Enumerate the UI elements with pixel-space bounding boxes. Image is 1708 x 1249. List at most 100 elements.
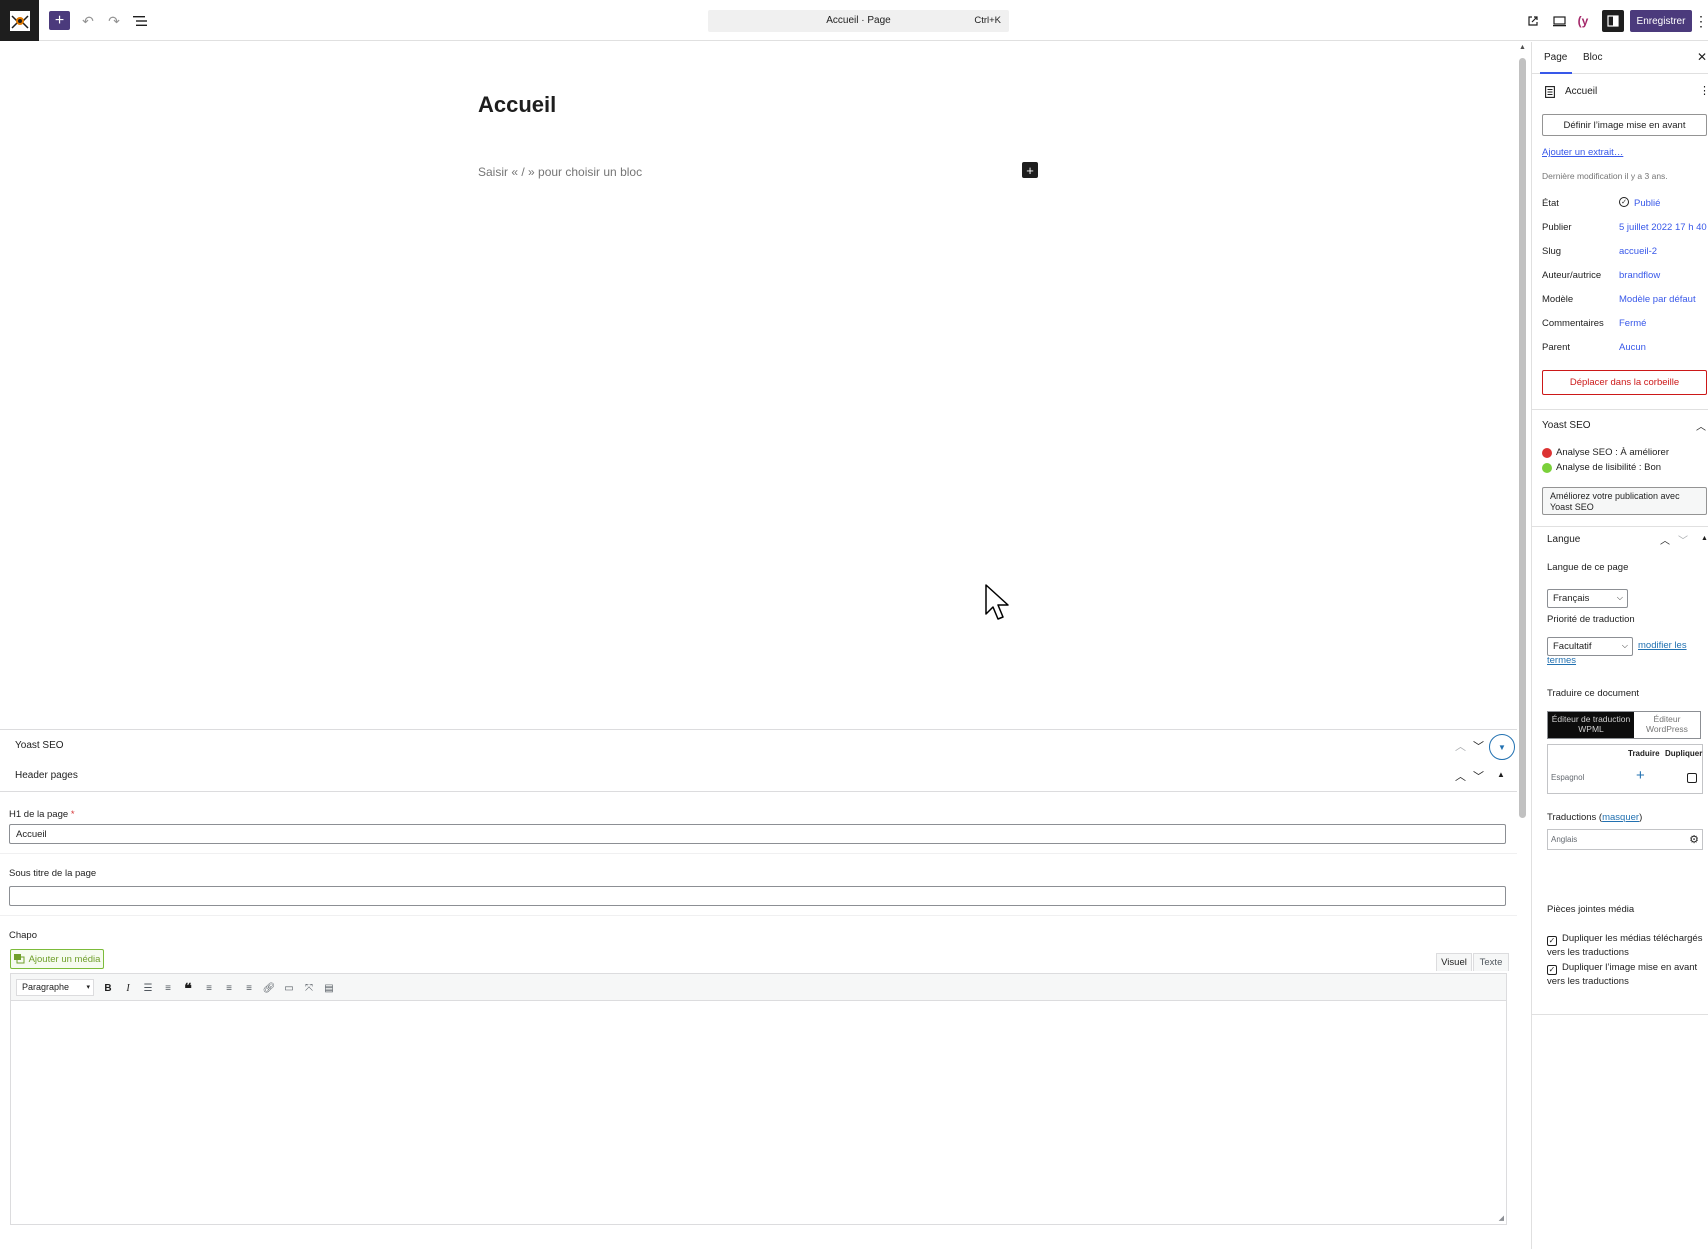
link-icon[interactable]: 🔗︎ <box>260 979 278 997</box>
external-link-icon <box>1528 16 1538 26</box>
yoast-panel-title[interactable]: Yoast SEO <box>1542 420 1591 431</box>
slug-value[interactable]: accueil-2 <box>1619 246 1657 257</box>
active-tab-indicator <box>1540 72 1572 74</box>
move-up-icon[interactable]: ︿ <box>1455 768 1466 784</box>
add-excerpt-link[interactable]: Ajouter un extrait… <box>1542 147 1623 158</box>
toolbar-toggle-icon[interactable]: ▤ <box>320 979 338 997</box>
editor-canvas[interactable]: Accueil Saisir « / » pour choisir un blo… <box>0 42 1516 727</box>
yoast-button[interactable]: (y <box>1572 10 1594 32</box>
toggle-panel-button[interactable]: ▼ <box>1489 734 1515 760</box>
publish-label: Publier <box>1542 222 1572 233</box>
yoast-metabox-title: Yoast SEO <box>15 740 64 751</box>
translation-item: Anglais ⚙ <box>1547 829 1703 850</box>
page-icon <box>1545 86 1555 98</box>
modify-terms-link-continued[interactable]: termes <box>1547 655 1576 666</box>
inline-inserter-button[interactable]: + <box>1022 162 1038 178</box>
page-title[interactable]: Accueil <box>478 92 556 118</box>
readability-analysis-text: Analyse de lisibilité : Bon <box>1556 462 1662 473</box>
modify-terms-link[interactable]: modifier les <box>1638 639 1708 654</box>
close-icon[interactable]: ✕ <box>1697 50 1707 64</box>
move-up-icon[interactable]: ︿ <box>1455 738 1466 754</box>
comments-value[interactable]: Fermé <box>1619 318 1646 329</box>
move-to-trash-button[interactable]: Déplacer dans la corbeille <box>1542 370 1707 395</box>
collapse-caret-icon[interactable]: ▲ <box>1701 535 1708 542</box>
undo-button[interactable]: ↶ <box>77 10 99 32</box>
scroll-up-arrow-icon[interactable]: ▲ <box>1518 44 1527 54</box>
tab-visual[interactable]: Visuel <box>1436 953 1472 971</box>
numbered-list-icon[interactable]: ≡ <box>159 979 177 997</box>
author-value[interactable]: brandflow <box>1619 270 1660 281</box>
settings-toggle-button[interactable] <box>1602 10 1624 32</box>
blockquote-icon[interactable]: ❝ <box>179 979 197 997</box>
settings-sidebar: Page Bloc ✕ Accueil ⋮ Définir l’image mi… <box>1531 42 1708 1249</box>
read-more-icon[interactable]: ▭ <box>280 979 298 997</box>
template-value[interactable]: Modèle par défaut <box>1619 294 1696 305</box>
move-up-icon[interactable]: ︿ <box>1660 532 1670 547</box>
subtitle-input[interactable] <box>9 886 1506 906</box>
add-media-button[interactable]: Ajouter un média <box>10 949 104 969</box>
wordpress-editor-option[interactable]: Éditeur WordPress <box>1634 712 1700 738</box>
view-page-button[interactable] <box>1522 10 1544 32</box>
panel-divider <box>1532 1014 1708 1015</box>
redo-button[interactable]: ↷ <box>103 10 125 32</box>
rich-text-editor-body[interactable]: ◢ <box>10 1001 1507 1225</box>
block-inserter-button[interactable]: + <box>49 11 70 30</box>
tab-page[interactable]: Page <box>1544 52 1567 63</box>
set-featured-image-button[interactable]: Définir l’image mise en avant <box>1542 114 1707 136</box>
align-left-icon[interactable]: ≡ <box>200 979 218 997</box>
format-select[interactable]: Paragraphe ▾ <box>16 979 94 996</box>
site-logo[interactable] <box>0 0 39 41</box>
wpml-editor-option[interactable]: Éditeur de traduction WPML <box>1548 712 1634 738</box>
bold-icon[interactable]: B <box>99 979 117 997</box>
document-title: Accueil <box>1565 86 1598 97</box>
more-vertical-icon[interactable]: ⋮ <box>1699 84 1708 97</box>
priority-select[interactable]: Facultatif ⌵ <box>1547 637 1633 656</box>
h1-label: H1 de la page * <box>9 809 75 820</box>
tab-text[interactable]: Texte <box>1473 953 1509 971</box>
rich-text-toolbar: Paragraphe ▾ B I ☰ ≡ ❝ ≡ ≡ ≡ 🔗︎ ▭ ⤧ ▤ <box>10 973 1507 1001</box>
yoast-metabox-header[interactable]: Yoast SEO ︿ ﹀ ▼ <box>0 729 1517 761</box>
priority-value: Facultatif <box>1553 641 1592 652</box>
translate-document-label: Traduire ce document <box>1547 688 1640 699</box>
duplicate-checkbox[interactable] <box>1687 773 1697 783</box>
bullet-list-icon[interactable]: ☰ <box>139 979 157 997</box>
status-value[interactable]: Publié <box>1634 198 1660 209</box>
last-modified-text: Dernière modification il y a 3 ans. <box>1542 171 1668 181</box>
hide-translations-link[interactable]: masquer <box>1602 812 1639 823</box>
scroll-thumb[interactable] <box>1519 58 1526 818</box>
yoast-improve-button[interactable]: Améliorez votre publication avec Yoast S… <box>1542 487 1707 515</box>
status-label: État <box>1542 198 1559 209</box>
device-preview-button[interactable] <box>1548 10 1570 32</box>
tab-block[interactable]: Bloc <box>1583 52 1602 63</box>
h1-input[interactable] <box>9 824 1506 844</box>
publish-date-value[interactable]: 5 juillet 2022 17 h 40 <box>1619 222 1707 233</box>
duplicate-column-header: Dupliquer <box>1665 749 1703 758</box>
required-marker: * <box>70 809 75 820</box>
block-placeholder[interactable]: Saisir « / » pour choisir un bloc <box>478 165 642 179</box>
command-palette-bar[interactable]: Accueil · Page Ctrl+K <box>708 10 1009 32</box>
page-language-value: Français <box>1553 593 1590 604</box>
editor-scrollbar[interactable]: ▲ <box>1518 44 1527 1249</box>
header-pages-metabox-header[interactable]: Header pages ︿ ﹀ ▲ <box>0 760 1517 792</box>
move-down-icon[interactable]: ﹀ <box>1473 738 1484 754</box>
fullscreen-icon[interactable]: ⤧ <box>300 979 318 997</box>
plus-icon: + <box>1026 162 1034 178</box>
save-button[interactable]: Enregistrer <box>1630 10 1692 32</box>
italic-icon[interactable]: I <box>119 979 137 997</box>
resize-handle-icon[interactable]: ◢ <box>1499 1214 1504 1222</box>
sidebar-toggle-icon <box>1607 15 1619 27</box>
page-language-select[interactable]: Français ⌵ <box>1547 589 1628 608</box>
options-menu-button[interactable]: ⋮ <box>1694 10 1708 32</box>
chapo-label: Chapo <box>9 930 37 941</box>
add-translation-icon[interactable]: + <box>1636 767 1645 784</box>
move-down-icon[interactable]: ﹀ <box>1473 768 1484 784</box>
align-center-icon[interactable]: ≡ <box>220 979 238 997</box>
undo-icon: ↶ <box>82 12 94 29</box>
gear-icon[interactable]: ⚙ <box>1689 833 1699 846</box>
chevron-up-icon[interactable]: ︿ <box>1696 418 1706 433</box>
list-view-button[interactable] <box>129 10 151 32</box>
parent-value[interactable]: Aucun <box>1619 342 1646 353</box>
align-right-icon[interactable]: ≡ <box>240 979 258 997</box>
collapse-caret-icon[interactable]: ▲ <box>1497 770 1505 779</box>
move-down-icon[interactable]: ﹀ <box>1678 532 1688 547</box>
